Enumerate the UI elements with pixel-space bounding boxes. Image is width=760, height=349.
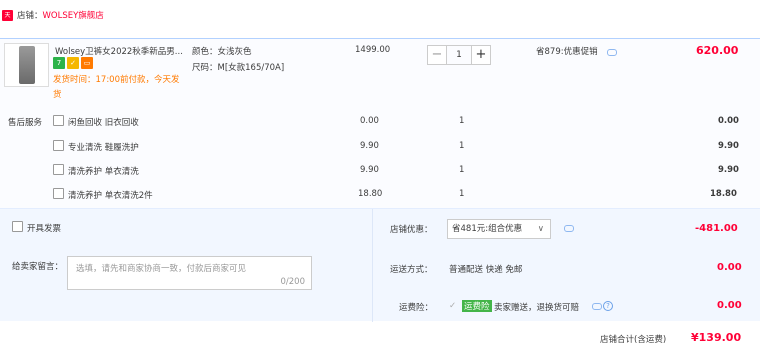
shop-total-amount: ¥139.00: [691, 331, 742, 344]
message-textarea[interactable]: 选填，请先和商家协商一致，付款后商家可见 0/200: [67, 256, 312, 290]
product-service-tags: 7 ✓ ▭: [53, 57, 93, 69]
product-title-link[interactable]: Wolsey卫裤女2022秋季新品男...: [55, 45, 183, 57]
insurance-label: 运费险：: [399, 303, 434, 313]
service-label-2: 专业清洗 鞋履洗护: [68, 143, 139, 153]
store-discount-selected: 省481元:组合优惠: [452, 224, 523, 234]
order-options-area: 开具发票 给卖家留言： 选填，请先和商家协商一致，付款后商家可见 0/200 店…: [0, 208, 760, 322]
store-discount-amount: -481.00: [695, 223, 738, 234]
discount-note: 省879:优惠促销: [536, 47, 598, 57]
quantity-minus-button[interactable]: −: [427, 45, 447, 65]
insurance-tag: 运费险: [462, 300, 492, 312]
product-thumbnail[interactable]: [4, 43, 49, 87]
service-price-3: 9.90: [360, 165, 379, 175]
message-placeholder: 选填，请先和商家协商一致，付款后商家可见: [76, 264, 247, 274]
quality-badge-icon: ✓: [67, 57, 79, 69]
insurance-help-icon[interactable]: ?: [603, 301, 613, 311]
service-total-4: 18.80: [710, 189, 737, 199]
service-checkbox-4[interactable]: [53, 188, 64, 199]
shipping-time-line1: 发货时间：17:00前付款，今天发: [53, 75, 180, 85]
service-qty-3: 1: [459, 165, 465, 175]
store-discount-value: -481.00: [695, 223, 738, 234]
invoice-checkbox[interactable]: [12, 221, 23, 232]
service-qty-2: 1: [459, 141, 465, 151]
shop-label: 店铺：: [17, 11, 43, 21]
quantity-plus-button[interactable]: +: [471, 45, 491, 65]
service-label-4: 清洗养护 单衣清洗2件: [68, 191, 153, 201]
service-checkbox-1[interactable]: [53, 115, 64, 126]
shop-name-link[interactable]: WOLSEY旗舰店: [43, 9, 104, 21]
product-image: [18, 46, 35, 84]
shipping-time-line2: 货: [53, 90, 62, 100]
service-label-3: 清洗养护 单衣清洗: [68, 167, 139, 177]
message-label: 给卖家留言：: [12, 262, 64, 272]
shop-total-footer: 店铺合计(含运费) ¥139.00: [0, 321, 760, 349]
service-checkbox-3[interactable]: [53, 164, 64, 175]
service-qty-4: 1: [459, 189, 465, 199]
service-price-1: 0.00: [360, 116, 379, 126]
quantity-stepper: − 1 +: [427, 45, 491, 65]
insurance-check-icon[interactable]: ✓: [449, 301, 456, 311]
unit-price: 1499.00: [355, 45, 391, 55]
delivery-method: 普通配送 快递 免邮: [449, 265, 523, 275]
service-label-1: 闲鱼回收 旧衣回收: [68, 118, 139, 128]
promo-info-icon[interactable]: [607, 49, 617, 56]
order-item-area: Wolsey卫裤女2022秋季新品男... 7 ✓ ▭ 发货时间：17:00前付…: [0, 38, 760, 208]
delivery-fee-amount: 0.00: [717, 262, 742, 273]
service-total-3: 9.90: [718, 165, 739, 175]
service-total-2: 9.90: [718, 141, 739, 151]
delivery-label: 运送方式：: [390, 265, 433, 275]
invoice-label: 开具发票: [27, 224, 62, 234]
tmall-badge-icon: 天猫: [2, 9, 13, 30]
service-qty-1: 1: [459, 116, 465, 126]
after-sale-services-title: 售后服务: [8, 118, 43, 128]
item-line-total: 620.00: [696, 44, 739, 57]
shop-total-label: 店铺合计(含运费): [600, 335, 667, 345]
store-discount-select[interactable]: 省481元:组合优惠 ∨: [447, 219, 551, 239]
shop-header: 天猫 店铺： WOLSEY旗舰店: [0, 0, 760, 30]
card-payment-icon: ▭: [81, 57, 93, 69]
service-total-1: 0.00: [718, 116, 739, 126]
chevron-down-icon: ∨: [537, 224, 544, 234]
insurance-text: 卖家赠送，退换货可赔: [494, 303, 580, 313]
sku-size: 尺码：M[女款165/70A]: [192, 63, 285, 73]
sku-color: 颜色：女浅灰色: [192, 47, 252, 57]
store-discount-label: 店铺优惠：: [390, 225, 433, 235]
insurance-fee: 0.00: [717, 300, 742, 311]
insurance-chat-icon[interactable]: [592, 303, 602, 310]
insurance-fee-amount: 0.00: [717, 300, 742, 311]
seven-day-return-icon: 7: [53, 57, 65, 69]
service-price-2: 9.90: [360, 141, 379, 151]
quantity-input[interactable]: 1: [447, 45, 471, 65]
discount-info-icon[interactable]: [564, 225, 574, 232]
service-checkbox-2[interactable]: [53, 140, 64, 151]
service-price-4: 18.80: [358, 189, 383, 199]
delivery-fee: 0.00: [717, 262, 742, 273]
message-counter: 0/200: [280, 277, 306, 287]
